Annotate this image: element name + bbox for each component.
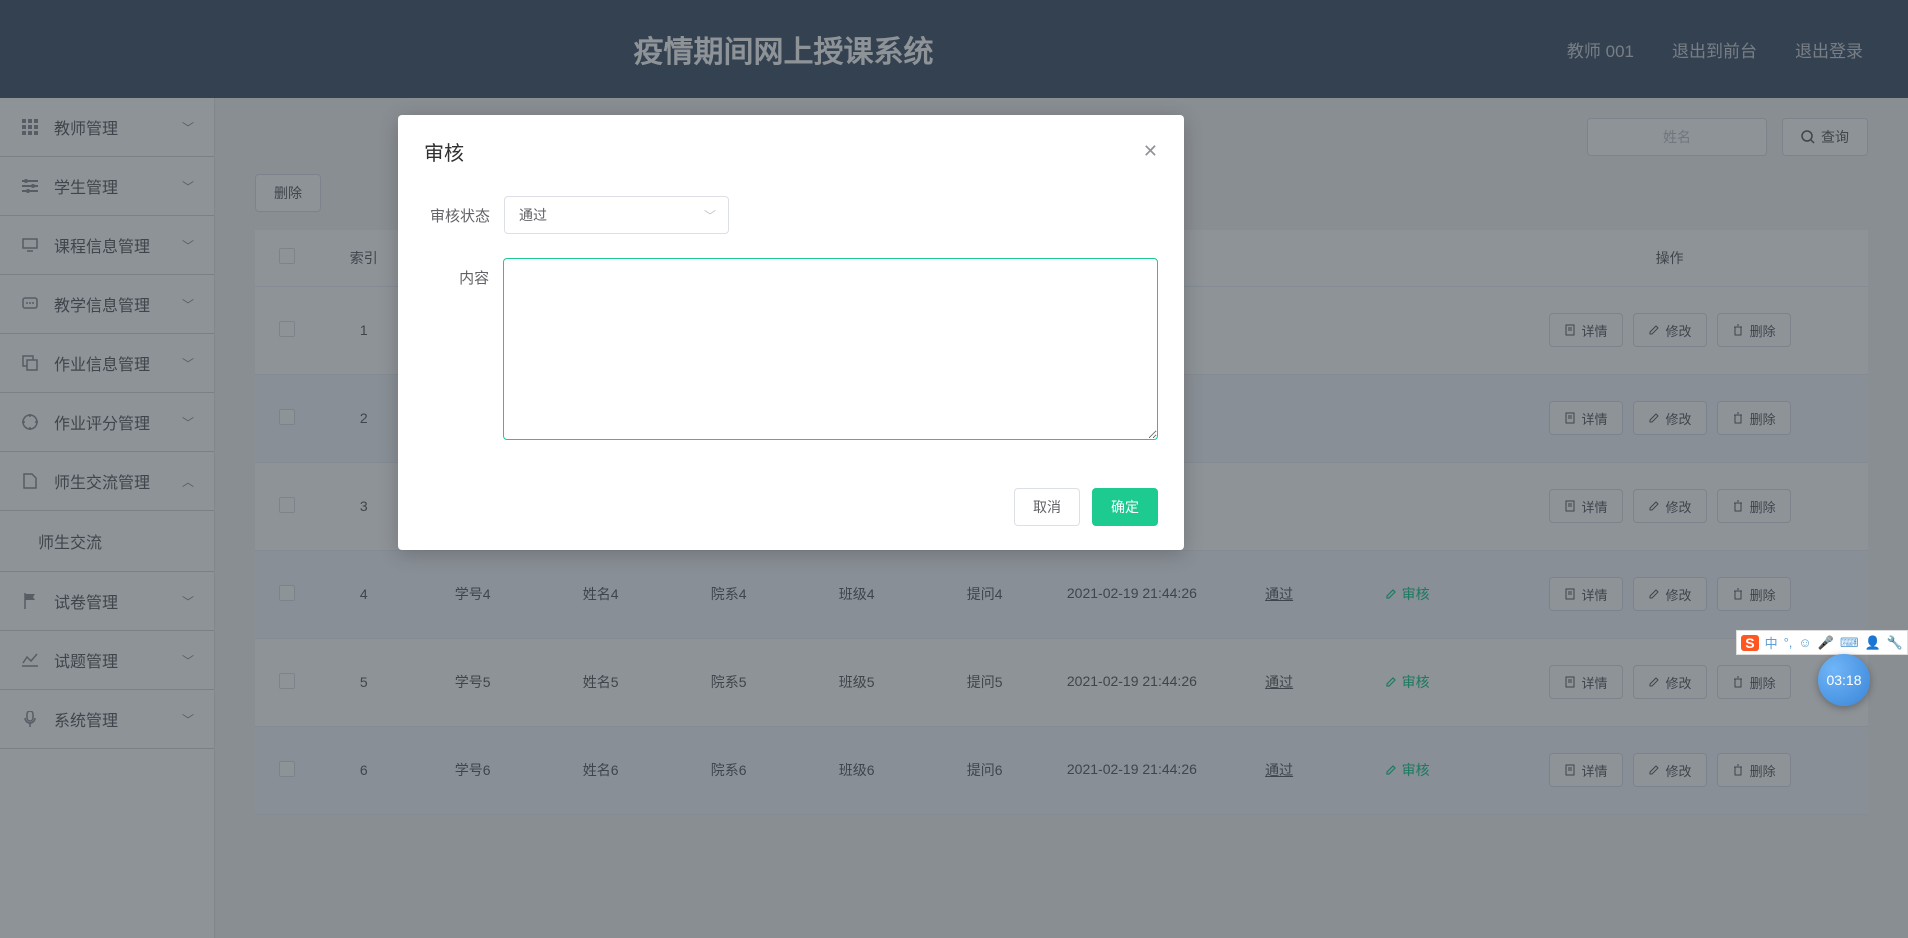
ime-mic-icon: 🎤	[1818, 635, 1834, 651]
ime-emoji-icon: ☺	[1798, 635, 1811, 650]
close-icon[interactable]: ✕	[1143, 141, 1158, 162]
review-modal: 审核 ✕ 审核状态 通过 ﹀ 内容 取消 确定	[398, 115, 1184, 550]
ime-mode: 中	[1765, 633, 1778, 652]
chevron-down-icon: ﹀	[704, 207, 716, 224]
sogou-logo-icon: S	[1741, 635, 1758, 651]
modal-title: 审核	[424, 137, 464, 166]
status-label: 审核状态	[424, 196, 504, 226]
cancel-button[interactable]: 取消	[1014, 488, 1080, 526]
ime-punct-icon: °,	[1784, 635, 1793, 650]
status-select[interactable]: 通过 ﹀	[504, 196, 729, 234]
time-bubble[interactable]: 03:18	[1818, 654, 1870, 706]
content-textarea[interactable]	[503, 258, 1158, 440]
ime-user-icon: 👤	[1865, 635, 1881, 651]
content-label: 内容	[424, 258, 503, 288]
ime-keyboard-icon: ⌨	[1840, 635, 1859, 651]
confirm-button[interactable]: 确定	[1092, 488, 1158, 526]
ime-tool-icon: 🔧	[1887, 635, 1903, 651]
ime-toolbar[interactable]: S 中 °, ☺ 🎤 ⌨ 👤 🔧	[1736, 630, 1908, 655]
